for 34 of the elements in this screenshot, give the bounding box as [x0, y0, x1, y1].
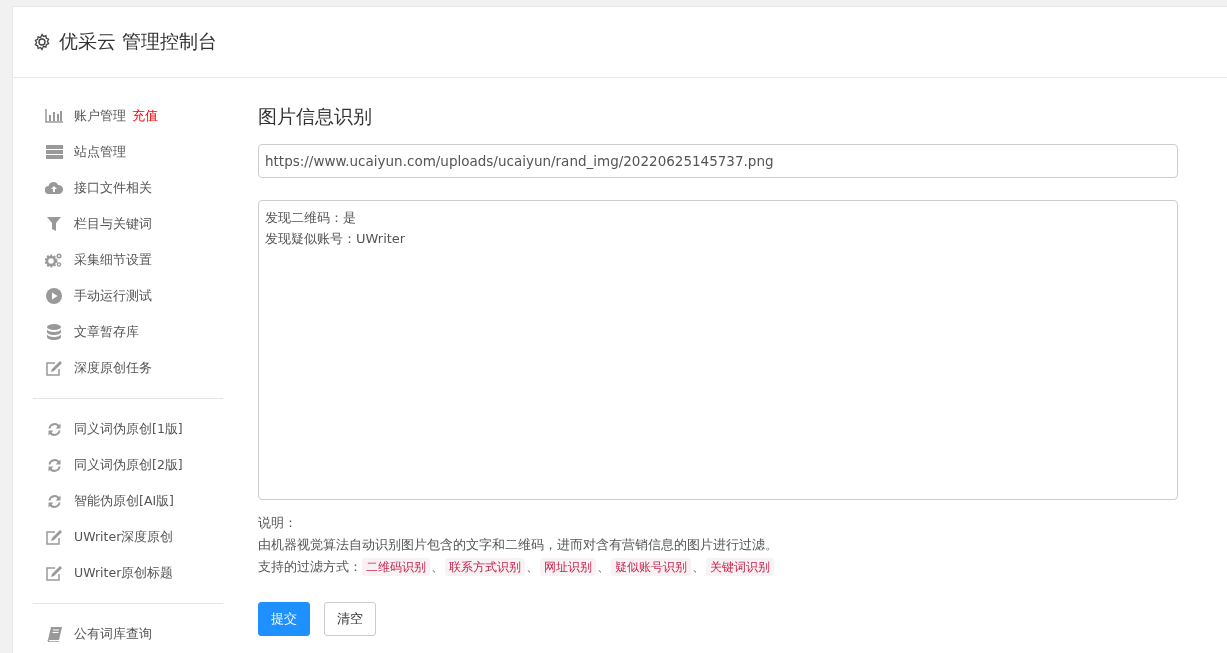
section-heading: 图片信息识别 [258, 104, 372, 129]
sidebar-item[interactable]: 站点管理 [33, 134, 223, 170]
result-line: 发现疑似账号：UWriter [265, 230, 406, 248]
sidebar-item[interactable]: 账户管理 充值 [33, 98, 223, 134]
result-text-area[interactable]: 发现二维码：是 发现疑似账号：UWriter [258, 200, 1178, 500]
separator-mark: 、 [526, 558, 539, 576]
sidebar-item[interactable]: 智能伪原创[AI版] [33, 483, 223, 519]
clear-button[interactable]: 清空 [324, 602, 376, 636]
sidebar-item[interactable]: 接口文件相关 [33, 170, 223, 206]
separator-mark: 、 [597, 558, 610, 576]
sidebar-item[interactable]: 采集细节设置 [33, 242, 223, 278]
methods-label: 支持的过滤方式： [258, 558, 362, 576]
sidebar-item[interactable]: 公有词库查询 [33, 616, 223, 652]
sidebar-item[interactable]: 同义词伪原创[2版] [33, 447, 223, 483]
separator-mark: 、 [431, 558, 444, 576]
separator-mark: 、 [692, 558, 705, 576]
recharge-link[interactable]: 充值 [132, 107, 158, 125]
sidebar-item[interactable]: UWriter深度原创 [33, 519, 223, 555]
method-tag: 疑似账号识别 [611, 558, 691, 576]
method-tag: 二维码识别 [362, 558, 430, 576]
method-tag: 联系方式识别 [445, 558, 525, 576]
description-text: 由机器视觉算法自动识别图片包含的文字和二维码，进而对含有营销信息的图片进行过滤。 [258, 536, 778, 554]
sidebar-item[interactable]: 栏目与关键词 [33, 206, 223, 242]
result-line: 发现二维码：是 [265, 209, 356, 227]
app-title: 优采云 管理控制台 [59, 29, 218, 54]
sidebar-item[interactable]: 深度原创任务 [33, 350, 223, 386]
sidebar-item[interactable]: 文章暂存库 [33, 314, 223, 350]
notes-title: 说明： [258, 514, 297, 532]
method-tag: 关键词识别 [706, 558, 774, 576]
method-tag: 网址识别 [540, 558, 596, 576]
sidebar-item[interactable]: UWriter原创标题 [33, 555, 223, 591]
sidebar-item[interactable]: 手动运行测试 [33, 278, 223, 314]
sidebar-item[interactable]: 同义词伪原创[1版] [33, 411, 223, 447]
url-input-field[interactable]: https://www.ucaiyun.com/uploads/ucaiyun/rand_img/20220625145737.png [258, 144, 1178, 178]
